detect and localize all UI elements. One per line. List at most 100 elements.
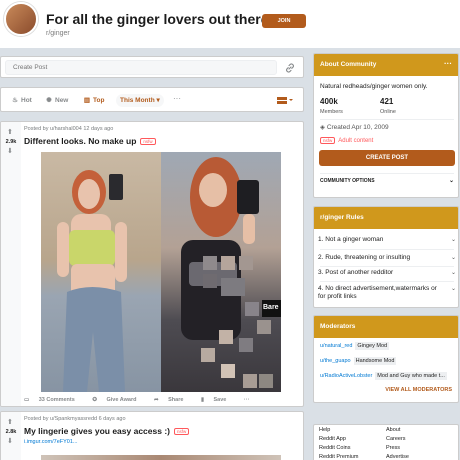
photo-left: [41, 152, 161, 392]
join-button[interactable]: JOIN: [262, 14, 306, 28]
more-options-icon[interactable]: ···: [444, 59, 452, 68]
share-button[interactable]: ➦ Share: [154, 397, 191, 403]
nsfw-tag: nsfw: [320, 137, 336, 144]
censor-block: [221, 364, 235, 378]
members-label: Members: [320, 109, 343, 115]
divider: [320, 119, 454, 120]
create-post-button[interactable]: CREATE POST: [319, 150, 455, 166]
moderator-username[interactable]: u/RadioActiveLobster: [320, 373, 372, 379]
footer-link[interactable]: Help: [319, 427, 330, 433]
censor-block: [219, 330, 233, 344]
moderators-card: Moderators u/natural_red Gingey Mod u/the…: [313, 315, 459, 403]
subreddit-avatar[interactable]: [4, 2, 38, 36]
sort-new[interactable]: ✺ New: [45, 96, 68, 104]
chevron-down-icon: ⌄: [450, 286, 456, 292]
divider: [320, 173, 454, 174]
footer-link[interactable]: Careers: [386, 436, 406, 442]
chevron-down-icon: ⌄: [450, 255, 456, 261]
sort-hot[interactable]: ♨ Hot: [11, 96, 32, 104]
moderator-row[interactable]: u/the_guapo Handsome Mod: [320, 357, 397, 365]
post-title[interactable]: My lingerie gives you easy access :) nsfw: [24, 426, 190, 436]
sort-bar: ♨ Hot ✺ New ▥ Top This Month ▾ ···: [0, 87, 304, 112]
footer-link[interactable]: Reddit App: [319, 436, 346, 442]
upvote-arrow-icon[interactable]: ⬆: [7, 418, 13, 426]
bookmark-icon: ▮: [200, 397, 206, 403]
chevron-down-icon: ▾: [156, 97, 160, 104]
time-filter-dropdown[interactable]: This Month ▾: [116, 94, 164, 107]
post-image[interactable]: Bare: [41, 152, 281, 392]
divider: [320, 281, 454, 282]
rule-item[interactable]: 2. Rude, threatening or insulting ⌄: [318, 254, 456, 262]
flame-icon: ♨: [12, 97, 18, 104]
footer-link[interactable]: Reddit Premium: [319, 454, 358, 460]
moderator-row[interactable]: u/RadioActiveLobster Mod and Guy who made…: [320, 372, 447, 380]
create-post-bar: [0, 56, 304, 78]
moderator-flair: Handsome Mod: [353, 357, 397, 365]
nsfw-tag: nsfw: [174, 428, 190, 436]
cake-icon: ◈: [320, 124, 327, 131]
view-all-moderators-link[interactable]: VIEW ALL MODERATORS: [385, 387, 452, 393]
footer-link[interactable]: Reddit Coins: [319, 445, 351, 451]
rules-header: r/ginger Rules: [314, 207, 458, 229]
post-card[interactable]: ⬆ 2.8k ⬇ Posted by u/Spankmyassredd 6 da…: [0, 411, 304, 460]
footer-link[interactable]: About: [386, 427, 400, 433]
sort-top[interactable]: ▥ Top: [83, 96, 105, 104]
give-award-button[interactable]: ✪ Give Award: [92, 397, 144, 403]
adult-content-label: nsfw Adult content: [320, 137, 373, 144]
post-image[interactable]: [41, 455, 281, 460]
post-meta[interactable]: Posted by u/harshal004 12 days ago: [24, 126, 113, 132]
rule-item[interactable]: 3. Post of another redditor ⌄: [318, 269, 456, 277]
sparkle-icon: ✺: [46, 97, 52, 104]
community-options-toggle[interactable]: COMMUNITY OPTIONS ⌄: [320, 178, 454, 184]
create-post-input[interactable]: [5, 60, 277, 75]
post-card[interactable]: ⬆ 2.9k ⬇ Posted by u/harshal004 12 days …: [0, 121, 304, 407]
censor-block: [203, 256, 217, 270]
community-description: Natural redheads/ginger women only.: [320, 83, 428, 90]
censor-block: [259, 374, 273, 388]
censor-block: [221, 278, 245, 296]
post-actions: ▭ 33 Comments ✪ Give Award ➦ Share ▮ Sav…: [24, 397, 257, 403]
about-header: About Community ···: [314, 54, 458, 76]
upvote-arrow-icon[interactable]: ⬆: [7, 128, 13, 136]
moderator-username[interactable]: u/natural_red: [320, 343, 352, 349]
more-options-icon[interactable]: ···: [173, 94, 181, 103]
censor-block: [203, 274, 217, 288]
post-more-icon[interactable]: ···: [244, 397, 250, 403]
comments-button[interactable]: ▭ 33 Comments: [24, 397, 83, 403]
rule-item[interactable]: 4. No direct advertisement,watermarks or…: [318, 285, 456, 301]
post-title[interactable]: Different looks. No make up nsfw: [24, 136, 156, 146]
footer-link[interactable]: Press: [386, 445, 400, 451]
moderator-row[interactable]: u/natural_red Gingey Mod: [320, 342, 390, 350]
rule-item[interactable]: 1. Not a ginger woman ⌄: [318, 236, 456, 244]
figure-left: [57, 170, 127, 392]
post-meta[interactable]: Posted by u/Spankmyassredd 6 days ago: [24, 416, 126, 422]
share-icon: ➦: [153, 397, 161, 403]
censor-block: [243, 374, 257, 388]
about-community-card: About Community ··· Natural redheads/gin…: [313, 53, 459, 198]
bar-chart-icon: ▥: [83, 97, 91, 104]
post-link[interactable]: i.imgur.com/7eFY01...: [24, 439, 78, 445]
members-count: 400k: [320, 97, 338, 106]
censor-block: [221, 256, 235, 270]
chevron-down-icon: ⌄: [448, 178, 454, 184]
post-score: 2.9k: [5, 139, 17, 145]
link-icon[interactable]: [284, 62, 296, 74]
moderator-flair: Mod and Guy who made t...: [375, 372, 447, 380]
save-button[interactable]: ▮ Save: [201, 397, 234, 403]
photo-right: [161, 152, 281, 392]
censor-block: [239, 338, 253, 352]
downvote-arrow-icon[interactable]: ⬇: [7, 437, 13, 445]
subreddit-title: For all the ginger lovers out there: [46, 11, 269, 27]
created-date: ◈ Created Apr 10, 2009: [320, 124, 389, 131]
moderator-username[interactable]: u/the_guapo: [320, 358, 351, 364]
downvote-arrow-icon[interactable]: ⬇: [7, 147, 13, 155]
footer-link[interactable]: Advertise: [386, 454, 409, 460]
censor-block: [257, 320, 271, 334]
divider: [320, 266, 454, 267]
nsfw-tag: nsfw: [140, 138, 156, 146]
censor-block: [239, 256, 253, 270]
card-view-icon[interactable]: [277, 97, 293, 104]
figure-right: [181, 157, 259, 340]
comment-icon: ▭: [24, 397, 31, 403]
vote-column: ⬆ 2.9k ⬇: [1, 122, 21, 406]
